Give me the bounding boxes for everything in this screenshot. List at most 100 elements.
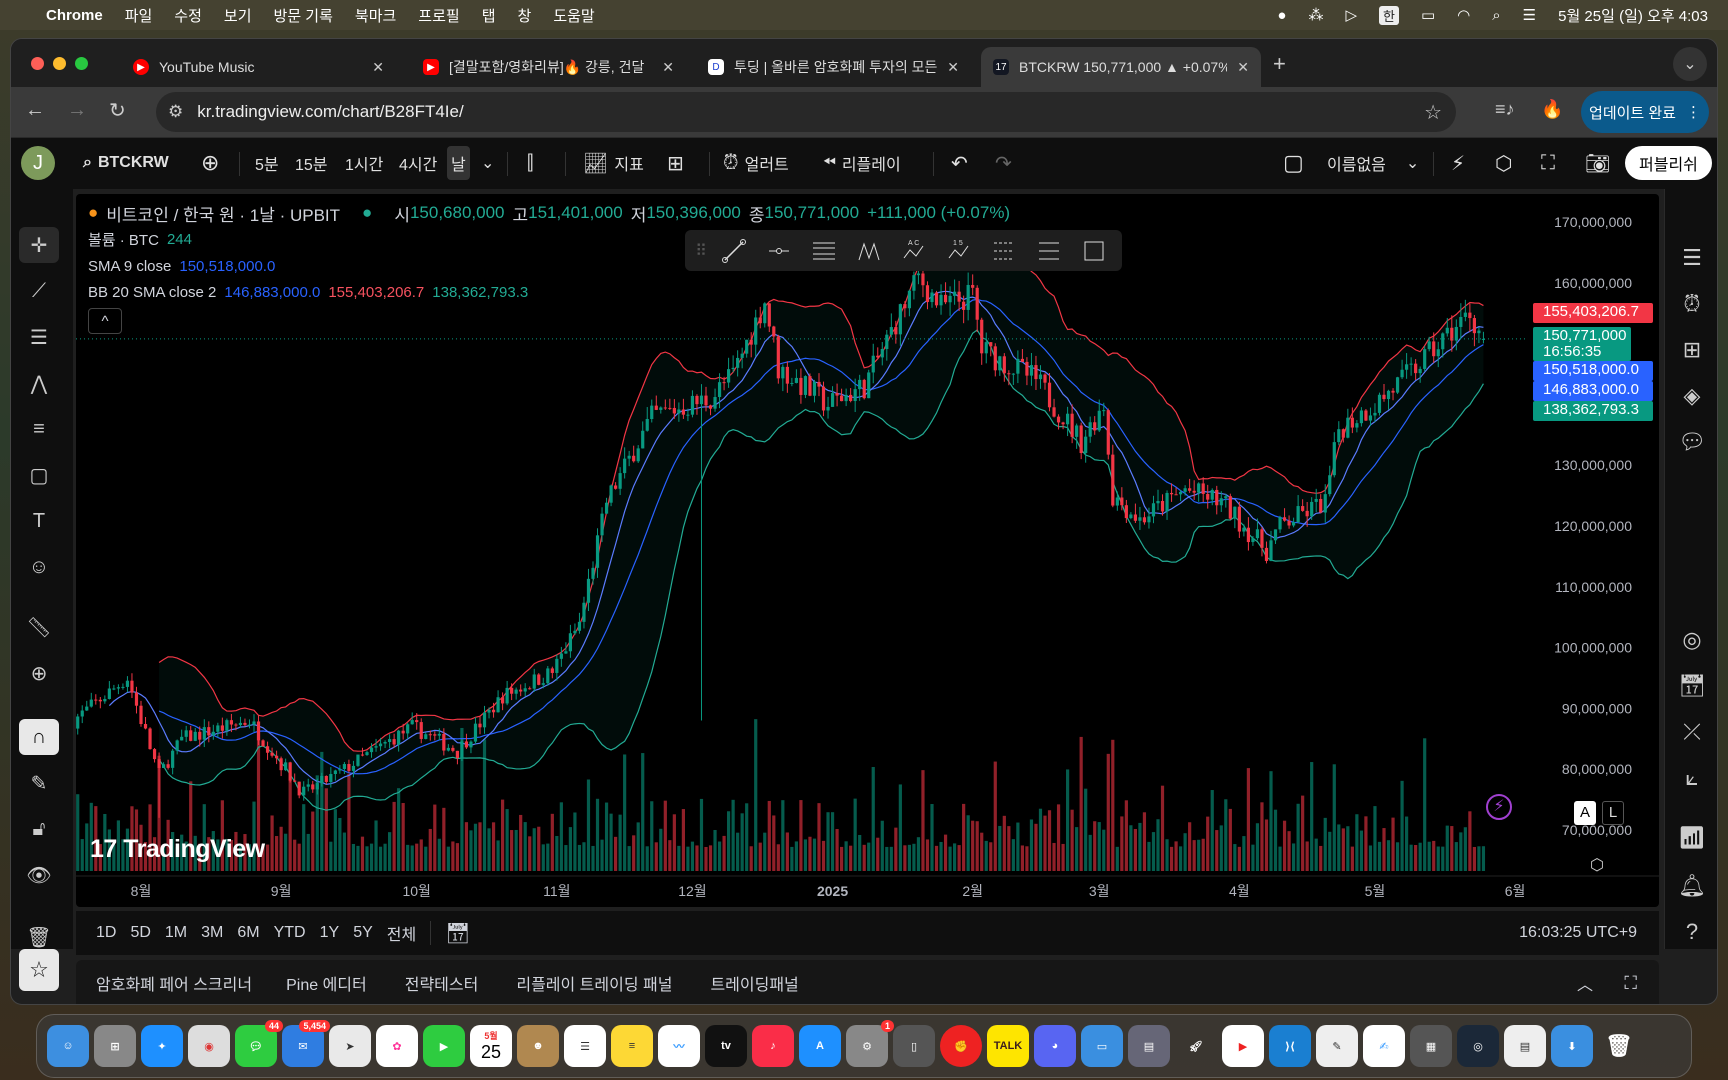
control-center-icon[interactable]: ☰ [1523,6,1536,24]
profile-avatar-icon[interactable]: 🔥 [1541,99,1563,120]
fullscreen-icon[interactable]: ⛶ [1541,146,1555,180]
close-tab-icon[interactable]: ✕ [1237,59,1249,76]
range-5d[interactable]: 5D [130,924,150,942]
auto-scale-button[interactable]: A [1574,801,1596,825]
menu-tab[interactable]: 탭 [482,5,496,26]
drag-handle-icon[interactable]: ⠿ [695,236,707,266]
tab-replay-trading[interactable]: 리플레이 트레이딩 패널 [516,971,672,995]
tab-pine-editor[interactable]: Pine 에디터 [286,971,367,995]
range-5y[interactable]: 5Y [353,924,373,942]
freeform-icon[interactable]: 〰 [658,1025,700,1067]
close-tab-icon[interactable]: ✕ [662,59,674,76]
alert-button[interactable]: ⏰︎ 얼러트 [723,146,789,180]
go-to-date-icon[interactable]: 📅︎ [445,921,470,946]
system-settings-icon[interactable]: ⚙ 1 [846,1020,894,1067]
close-tab-icon[interactable]: ✕ [372,59,384,76]
maps-icon[interactable]: ➤ [329,1025,371,1067]
ideas-target-icon[interactable]: ◎ [1675,623,1709,657]
address-bar[interactable]: ⚙ kr.tradingview.com/chart/B28FT4Ie/ ☆ [156,92,1456,132]
undo-button[interactable]: ↶ [951,146,968,180]
interval-15m[interactable]: 15분 [295,146,328,180]
update-complete-button[interactable]: 업데이트 완료 ⋮ [1581,91,1709,133]
tab-trading-panel[interactable]: 트레이딩패널 [710,971,798,995]
candle-type-icon[interactable]: ⫿ [527,146,533,180]
favorites-star-icon[interactable]: ☆ [19,949,59,991]
range-3m[interactable]: 3M [201,924,223,942]
layout-name-dropdown[interactable]: 이름없음 ⌄ [1327,146,1419,180]
tab-youtube-music[interactable]: ▶ YouTube Music ✕ [121,47,396,87]
settings-icon[interactable]: ⬡ [1495,146,1512,180]
interval-1d[interactable]: 날 [447,146,470,180]
alerts-clock-icon[interactable]: ⏰︎ [1675,287,1709,321]
sma-label[interactable]: SMA 9 close [88,258,171,275]
tab-search-button[interactable]: ⌄ [1673,47,1707,81]
url-text[interactable]: kr.tradingview.com/chart/B28FT4Ie/ [197,102,463,122]
range-1y[interactable]: 1Y [320,924,340,942]
parallel-channel-tool-icon[interactable] [806,236,842,266]
tab-tradingview[interactable]: 17 BTCKRW 150,771,000 ▲ +0.07% ✕ [981,47,1261,87]
wifi-icon[interactable]: ◠ [1457,6,1470,24]
help-icon[interactable]: ? [1675,915,1709,949]
range-ytd[interactable]: YTD [274,924,306,942]
spotlight-icon[interactable]: ⌕ [1492,7,1500,24]
pine-scripts-icon[interactable]: ⟀ [1675,761,1709,795]
photos-icon[interactable]: ✿ [376,1025,418,1067]
apple-tv-icon[interactable]: tv [705,1025,747,1067]
lightning-icon[interactable]: ⚡︎ [1486,794,1512,820]
trend-line-icon[interactable]: ⟋ [19,273,59,309]
reminders-icon[interactable]: ☰ [564,1025,606,1067]
airpods-icon[interactable]: ⁂ [1308,6,1323,24]
interval-dropdown-icon[interactable]: ⌄ [481,146,494,180]
iphone-mirroring-icon[interactable]: ▯ [893,1025,935,1067]
tab-youtube-video[interactable]: ▶ [결말포함/영화리뷰]🔥 강릉, 건달 ✕ [411,47,686,87]
chart-pane[interactable]: 170,000,000 160,000,000 130,000,000 120,000… [76,194,1659,907]
script-editor-icon[interactable]: ✍ [1363,1025,1405,1067]
volume-label[interactable]: 볼륨 · BTC [88,229,159,250]
emoji-icon[interactable]: ☺ [19,549,59,585]
symbol-search[interactable]: ⌕ BTCKRW [83,146,169,180]
kakaotalk-icon[interactable]: TALK [987,1025,1029,1067]
rectangle-tool-icon[interactable] [1076,236,1112,266]
horizontal-ray-tool-icon[interactable] [761,236,797,266]
app-store-icon[interactable]: A [799,1025,841,1067]
market-status-dot[interactable]: ● [362,203,372,223]
new-tab-button[interactable]: + [1273,51,1286,77]
calculator-icon[interactable]: ▦ [1410,1025,1452,1067]
ruler-icon[interactable]: 📏︎ [19,609,59,645]
fib-levels-icon[interactable] [1031,236,1067,266]
app-red-icon[interactable]: ✊ [940,1025,982,1067]
axis-settings-icon[interactable]: ⬡ [1590,855,1604,875]
tab-strategy-tester[interactable]: 전략테스터 [405,971,479,995]
magnet-icon[interactable]: ∩ [19,719,59,755]
menu-view[interactable]: 보기 [224,5,252,26]
keynote-icon[interactable]: ▭ [1081,1025,1123,1067]
steam-icon[interactable]: ◎ [1457,1025,1499,1067]
downloads-folder-icon[interactable]: ⬇ [1551,1025,1593,1067]
menu-help[interactable]: 도움말 [553,5,594,26]
finder-icon[interactable]: ☺ [47,1025,89,1067]
object-tree-icon[interactable]: ⊞ [1675,333,1709,367]
tab-crypto-screener[interactable]: 암호화폐 페어 스크리너 [96,971,252,995]
layers-icon[interactable]: ◈ [1675,379,1709,413]
range-all[interactable]: 전체 [387,921,416,945]
close-tab-icon[interactable]: ✕ [947,59,959,76]
log-scale-button[interactable]: L [1602,801,1624,825]
calendar-app-icon[interactable]: 5월 25 [470,1025,512,1067]
reload-button[interactable]: ↻ [109,98,126,123]
calendar-icon[interactable]: 📅︎ [1675,669,1709,703]
news-icon[interactable]: ⤫ [1675,715,1709,749]
lock-icon[interactable]: 🔓︎ [19,811,59,847]
notification-icon[interactable]: ● [1277,7,1286,24]
redo-button[interactable]: ↷ [995,146,1012,180]
forward-button[interactable]: → [67,99,87,122]
compare-symbol-button[interactable]: ⊕ [201,146,219,180]
crosshair-icon[interactable]: ✛ [19,227,59,263]
horizontal-lines-icon[interactable]: ☰ [19,319,59,355]
input-source-indicator[interactable]: 한 [1379,5,1399,25]
collapse-legend-button[interactable]: ^ [88,308,122,334]
fib-channel-icon[interactable] [986,236,1022,266]
bookmark-star-icon[interactable]: ☆ [1424,100,1442,125]
hide-drawings-icon[interactable]: 👁︎ [19,857,59,893]
zoom-in-icon[interactable]: ⊕ [19,655,59,691]
contacts-icon[interactable]: ☻ [517,1025,559,1067]
